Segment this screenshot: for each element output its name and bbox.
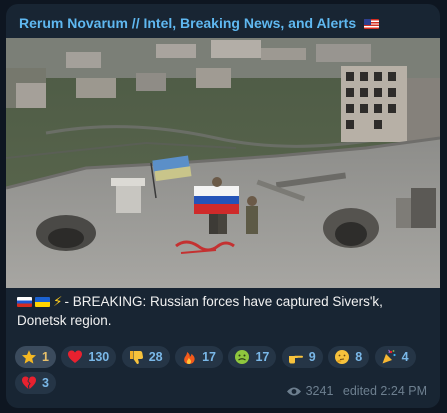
- reaction-broken-heart[interactable]: 3: [15, 372, 56, 394]
- views-eye-icon: [286, 387, 301, 396]
- reaction-count: 8: [355, 350, 363, 364]
- star-icon: [21, 349, 37, 365]
- message-body: - BREAKING: Russian forces have captured…: [17, 294, 383, 328]
- thinking-face-icon: [334, 349, 350, 365]
- fire-icon: [181, 349, 197, 365]
- reaction-heart[interactable]: 130: [61, 346, 117, 368]
- reaction-pointing[interactable]: 9: [281, 346, 323, 368]
- reaction-count: 17: [255, 350, 270, 364]
- reaction-party[interactable]: 4: [374, 346, 416, 368]
- edited-time: edited 2:24 PM: [342, 384, 427, 398]
- post-photo[interactable]: [6, 38, 440, 288]
- reaction-count: 17: [202, 350, 216, 364]
- broken-heart-icon: [21, 375, 37, 391]
- red-heart-icon: [67, 349, 83, 365]
- flag-ru-icon: [17, 297, 32, 307]
- flag-us-icon: [364, 19, 380, 29]
- reaction-count: 28: [148, 350, 163, 364]
- reaction-count: 1: [42, 350, 49, 364]
- channel-title[interactable]: Rerum Novarum // Intel, Breaking News, a…: [19, 15, 380, 31]
- high-voltage-icon: ⚡: [53, 294, 63, 309]
- reaction-count: 130: [88, 350, 110, 364]
- nauseated-face-icon: [234, 349, 250, 365]
- thumbs-down-icon: [128, 349, 144, 365]
- party-popper-icon: [381, 349, 397, 365]
- reaction-count: 9: [308, 350, 316, 364]
- views-count: 3241: [305, 384, 334, 398]
- reaction-thumbs-down[interactable]: 28: [121, 346, 170, 368]
- reaction-star[interactable]: 1: [15, 346, 56, 368]
- channel-post: Rerum Novarum // Intel, Breaking News, a…: [6, 4, 440, 408]
- message-text: ⚡ - BREAKING: Russian forces have capture…: [17, 292, 432, 330]
- message-meta: 3241 edited 2:24 PM: [286, 384, 427, 398]
- reaction-nauseated[interactable]: 17: [228, 346, 277, 368]
- channel-title-text: Rerum Novarum // Intel, Breaking News, a…: [19, 15, 357, 31]
- flag-ua-icon: [35, 297, 50, 307]
- pointing-hand-icon: [288, 349, 304, 365]
- reaction-count: 4: [401, 350, 409, 364]
- reaction-thinking[interactable]: 8: [328, 346, 370, 368]
- reaction-count: 3: [42, 376, 49, 390]
- reaction-fire[interactable]: 17: [175, 346, 223, 368]
